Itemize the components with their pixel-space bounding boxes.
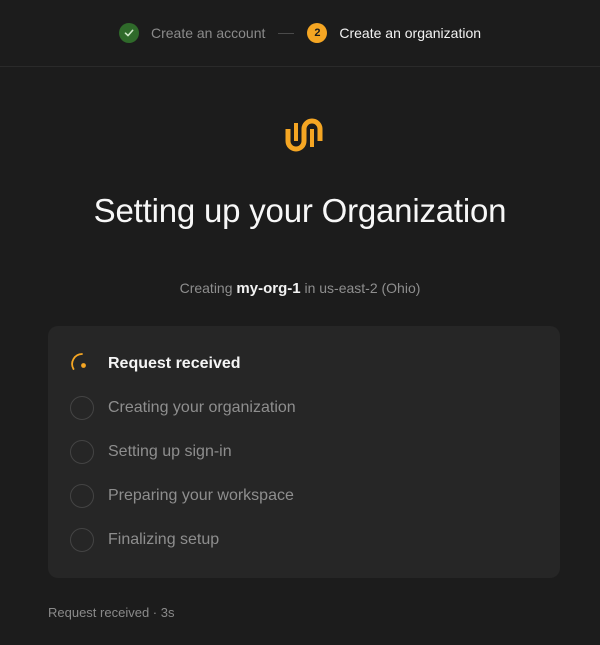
progress-item-preparing-workspace: Preparing your workspace <box>70 483 294 509</box>
progress-item-setting-up-sign-in: Setting up sign-in <box>70 439 232 465</box>
progress-item-creating-organization: Creating your organization <box>70 395 296 421</box>
loading-spinner-icon <box>70 352 94 376</box>
pending-circle-icon <box>70 440 94 464</box>
status-footer: Request received · 3s <box>48 605 175 620</box>
progress-item-label: Finalizing setup <box>108 531 220 548</box>
page-title: Setting up your Organization <box>93 192 507 229</box>
progress-item-finalizing-setup: Finalizing setup <box>70 527 219 553</box>
step-number-badge: 2 <box>307 23 328 43</box>
setup-progress-card: Request received Creating your organizat… <box>48 326 560 578</box>
progress-item-label: Preparing your workspace <box>108 487 294 504</box>
subtitle-region: in us-east-2 (Ohio) <box>304 280 421 296</box>
pending-circle-icon <box>70 528 94 552</box>
brand-logo-icon <box>282 113 326 157</box>
org-name: my-org-1 <box>236 280 301 297</box>
step-label: Create an account <box>150 25 266 41</box>
org-creation-subtitle: Creating my-org-1 in us-east-2 (Ohio) <box>0 280 600 297</box>
step-create-organization: 2 Create an organization <box>307 23 481 43</box>
progress-item-label: Setting up sign-in <box>108 443 232 460</box>
check-icon <box>118 23 139 43</box>
subtitle-prefix: Creating <box>179 280 233 296</box>
progress-item-request-received: Request received <box>70 351 241 377</box>
progress-item-label: Creating your organization <box>108 399 296 416</box>
step-create-account: Create an account <box>118 23 266 43</box>
step-label: Create an organization <box>339 25 482 41</box>
progress-item-label: Request received <box>108 355 241 372</box>
onboarding-stepper: Create an account 2 Create an organizati… <box>0 0 600 67</box>
pending-circle-icon <box>70 396 94 420</box>
pending-circle-icon <box>70 484 94 508</box>
step-separator <box>278 32 295 34</box>
